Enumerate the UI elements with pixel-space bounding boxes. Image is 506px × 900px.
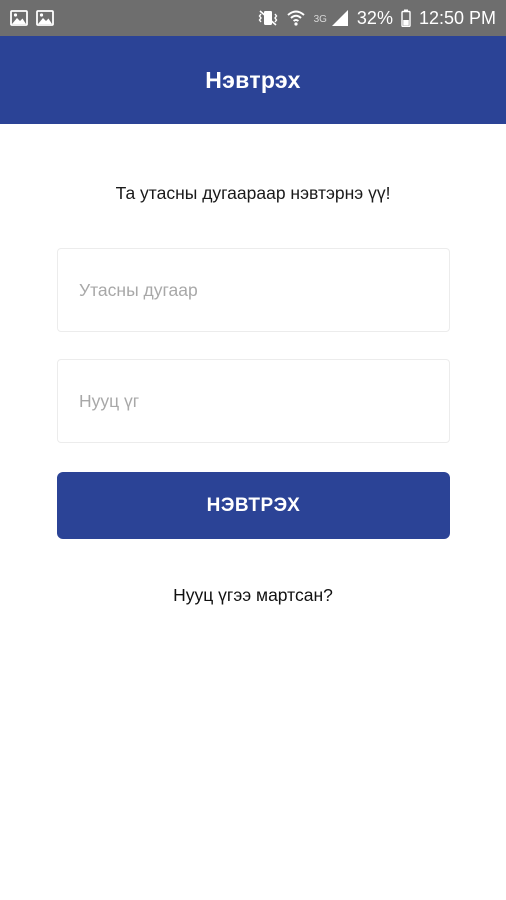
- phone-field[interactable]: [57, 248, 450, 332]
- wifi-icon: [286, 9, 306, 27]
- image-notification-icon: [10, 10, 28, 26]
- password-input[interactable]: [79, 390, 449, 412]
- page-title: Нэвтрэх: [205, 66, 301, 93]
- notification-area: [10, 10, 54, 26]
- password-field[interactable]: [57, 359, 450, 443]
- image-notification-icon: [36, 10, 54, 26]
- forgot-password-link[interactable]: Нууц үгээ мартсан?: [0, 585, 506, 606]
- login-instruction: Та утасны дугаараар нэвтэрнэ үү!: [115, 183, 391, 203]
- battery-percentage: 32%: [356, 7, 393, 28]
- phone-input[interactable]: [79, 279, 449, 301]
- login-button[interactable]: НЭВТРЭХ: [57, 472, 450, 539]
- app-bar: Нэвтрэх: [0, 36, 506, 124]
- system-indicators: 3G 32% 12:50 PM: [258, 8, 496, 29]
- network-type-label: 3G: [313, 13, 327, 25]
- battery-icon: [401, 9, 411, 27]
- status-bar: 3G 32% 12:50 PM: [0, 0, 506, 36]
- signal-icon: [331, 9, 349, 27]
- vibrate-icon: [258, 9, 278, 27]
- clock: 12:50 PM: [418, 7, 496, 28]
